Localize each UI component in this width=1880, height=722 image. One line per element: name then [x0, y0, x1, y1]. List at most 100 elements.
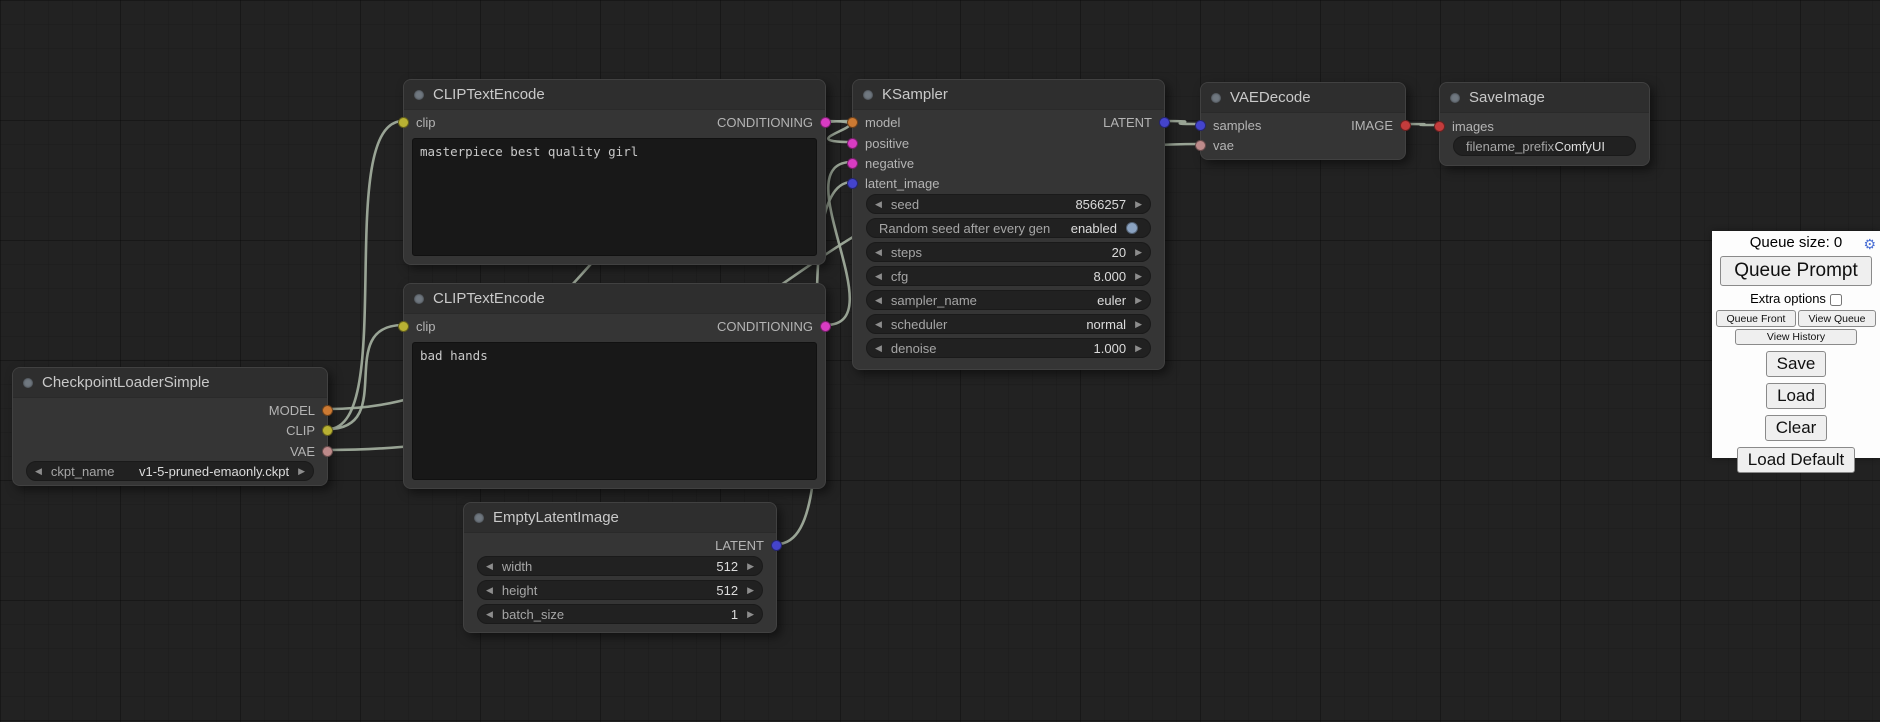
latent-input-dot[interactable]	[847, 178, 858, 189]
sampler-name-widget[interactable]: ◀ sampler_name euler ▶	[866, 290, 1151, 310]
increment-arrow-icon[interactable]: ▶	[747, 610, 754, 619]
latent-output-dot[interactable]	[1159, 117, 1170, 128]
node-ksampler[interactable]: KSampler model positive negative latent_…	[852, 79, 1165, 370]
node-title-bar[interactable]: SaveImage	[1440, 83, 1649, 113]
collapse-dot-icon[interactable]	[414, 294, 424, 304]
collapse-dot-icon[interactable]	[474, 513, 484, 523]
node-checkpoint-loader[interactable]: CheckpointLoaderSimple MODEL CLIP VAE ◀ …	[12, 367, 328, 486]
output-slot-conditioning: CONDITIONING	[717, 316, 831, 336]
model-input-dot[interactable]	[847, 117, 858, 128]
prompt-textarea[interactable]: masterpiece best quality girl	[412, 138, 817, 256]
collapse-dot-icon[interactable]	[414, 90, 424, 100]
node-clip-text-encode-positive[interactable]: CLIPTextEncode clip CONDITIONING masterp…	[403, 79, 826, 265]
widget-value: normal	[1086, 317, 1126, 332]
view-queue-button[interactable]: View Queue	[1798, 310, 1876, 327]
toggle-dot[interactable]	[1126, 222, 1138, 234]
clip-output-dot[interactable]	[322, 425, 333, 436]
model-output-dot[interactable]	[322, 405, 333, 416]
queue-prompt-button[interactable]: Queue Prompt	[1720, 256, 1872, 286]
output-slot-image: IMAGE	[1351, 115, 1411, 135]
input-label: samples	[1213, 118, 1261, 133]
node-empty-latent-image[interactable]: EmptyLatentImage LATENT ◀ width 512 ▶ ◀ …	[463, 502, 777, 633]
prev-arrow-icon[interactable]: ◀	[875, 296, 882, 305]
clear-button[interactable]: Clear	[1765, 415, 1828, 441]
input-label: clip	[416, 319, 436, 334]
prompt-textarea[interactable]: bad hands	[412, 342, 817, 480]
latent-output-dot[interactable]	[771, 540, 782, 551]
collapse-dot-icon[interactable]	[1450, 93, 1460, 103]
increment-arrow-icon[interactable]: ▶	[1135, 248, 1142, 257]
node-title-bar[interactable]: CLIPTextEncode	[404, 284, 825, 314]
decrement-arrow-icon[interactable]: ◀	[486, 610, 493, 619]
collapse-dot-icon[interactable]	[23, 378, 33, 388]
next-arrow-icon[interactable]: ▶	[1135, 320, 1142, 329]
conditioning-output-dot[interactable]	[820, 117, 831, 128]
filename-prefix-widget[interactable]: filename_prefix ComfyUI	[1453, 136, 1636, 156]
scheduler-widget[interactable]: ◀ scheduler normal ▶	[866, 314, 1151, 334]
height-widget[interactable]: ◀ height 512 ▶	[477, 580, 763, 600]
widget-value: v1-5-pruned-emaonly.ckpt	[139, 464, 289, 479]
output-label: LATENT	[1103, 115, 1152, 130]
input-slot-model: model	[847, 112, 900, 132]
random-seed-toggle-widget[interactable]: Random seed after every gen enabled	[866, 218, 1151, 238]
extra-options-label: Extra options	[1750, 291, 1826, 306]
vae-output-dot[interactable]	[322, 446, 333, 457]
clip-input-dot[interactable]	[398, 321, 409, 332]
decrement-arrow-icon[interactable]: ◀	[875, 344, 882, 353]
batch-size-widget[interactable]: ◀ batch_size 1 ▶	[477, 604, 763, 624]
width-widget[interactable]: ◀ width 512 ▶	[477, 556, 763, 576]
widget-value: enabled	[1071, 221, 1117, 236]
collapse-dot-icon[interactable]	[863, 90, 873, 100]
collapse-dot-icon[interactable]	[1211, 93, 1221, 103]
output-label: MODEL	[269, 403, 315, 418]
increment-arrow-icon[interactable]: ▶	[747, 562, 754, 571]
latent-input-dot[interactable]	[1195, 120, 1206, 131]
image-output-dot[interactable]	[1400, 120, 1411, 131]
node-title-bar[interactable]: VAEDecode	[1201, 83, 1405, 113]
input-slot-samples: samples	[1195, 115, 1261, 135]
cfg-widget[interactable]: ◀ cfg 8.000 ▶	[866, 266, 1151, 286]
conditioning-output-dot[interactable]	[820, 321, 831, 332]
view-history-button[interactable]: View History	[1735, 329, 1857, 345]
increment-arrow-icon[interactable]: ▶	[1135, 200, 1142, 209]
conditioning-input-dot[interactable]	[847, 138, 858, 149]
decrement-arrow-icon[interactable]: ◀	[875, 272, 882, 281]
queue-front-button[interactable]: Queue Front	[1716, 310, 1796, 327]
ckpt-name-combo-widget[interactable]: ◀ ckpt_name v1-5-pruned-emaonly.ckpt ▶	[26, 461, 314, 481]
settings-gear-icon[interactable]: ⚙	[1863, 234, 1876, 254]
increment-arrow-icon[interactable]: ▶	[1135, 344, 1142, 353]
decrement-arrow-icon[interactable]: ◀	[486, 586, 493, 595]
input-slot-latent-image: latent_image	[847, 173, 939, 193]
comfyui-app: { "canvas": { "background": "#222222", "…	[0, 0, 1880, 722]
node-title: CheckpointLoaderSimple	[42, 374, 210, 391]
prev-arrow-icon[interactable]: ◀	[35, 467, 42, 476]
prev-arrow-icon[interactable]: ◀	[875, 320, 882, 329]
seed-widget[interactable]: ◀ seed 8566257 ▶	[866, 194, 1151, 214]
load-button[interactable]: Load	[1766, 383, 1826, 409]
node-title-bar[interactable]: EmptyLatentImage	[464, 503, 776, 533]
conditioning-input-dot[interactable]	[847, 158, 858, 169]
queue-size-row: Queue size: 0 ⚙	[1716, 233, 1876, 253]
image-input-dot[interactable]	[1434, 121, 1445, 132]
steps-widget[interactable]: ◀ steps 20 ▶	[866, 242, 1151, 262]
load-default-button[interactable]: Load Default	[1737, 447, 1855, 473]
node-title-bar[interactable]: CLIPTextEncode	[404, 80, 825, 110]
next-arrow-icon[interactable]: ▶	[1135, 296, 1142, 305]
increment-arrow-icon[interactable]: ▶	[747, 586, 754, 595]
node-title-bar[interactable]: KSampler	[853, 80, 1164, 110]
decrement-arrow-icon[interactable]: ◀	[875, 248, 882, 257]
node-title-bar[interactable]: CheckpointLoaderSimple	[13, 368, 327, 398]
decrement-arrow-icon[interactable]: ◀	[875, 200, 882, 209]
extra-options-checkbox[interactable]	[1830, 294, 1842, 306]
save-button[interactable]: Save	[1766, 351, 1827, 377]
denoise-widget[interactable]: ◀ denoise 1.000 ▶	[866, 338, 1151, 358]
vae-input-dot[interactable]	[1195, 140, 1206, 151]
increment-arrow-icon[interactable]: ▶	[1135, 272, 1142, 281]
decrement-arrow-icon[interactable]: ◀	[486, 562, 493, 571]
next-arrow-icon[interactable]: ▶	[298, 467, 305, 476]
node-save-image[interactable]: SaveImage images filename_prefix ComfyUI	[1439, 82, 1650, 166]
output-slot-vae: VAE	[290, 441, 333, 461]
clip-input-dot[interactable]	[398, 117, 409, 128]
node-clip-text-encode-negative[interactable]: CLIPTextEncode clip CONDITIONING bad han…	[403, 283, 826, 489]
node-vae-decode[interactable]: VAEDecode samples vae IMAGE	[1200, 82, 1406, 160]
